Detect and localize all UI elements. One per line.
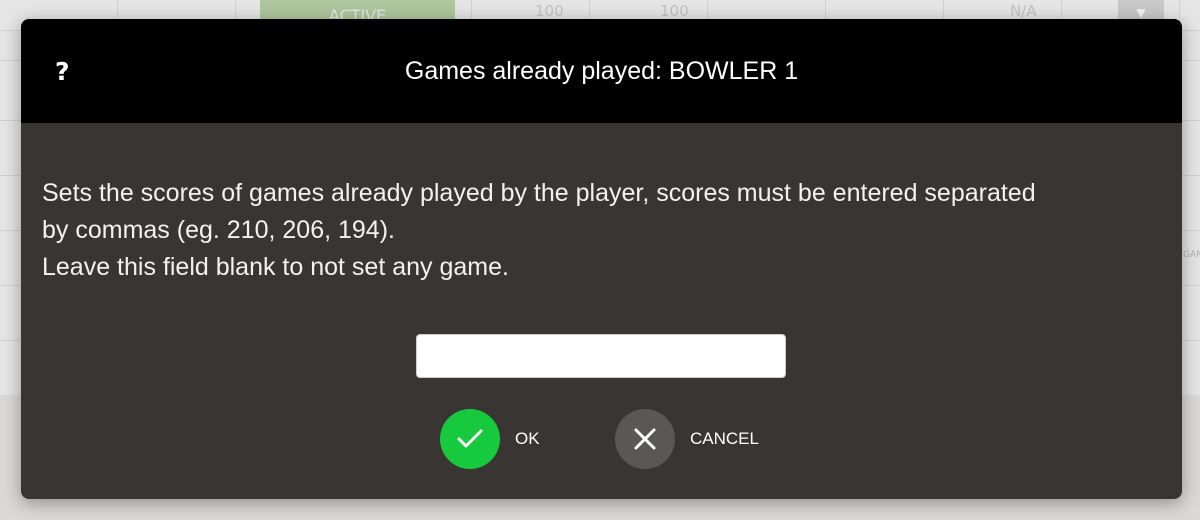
cancel-button[interactable]: CANCEL: [615, 409, 759, 469]
description-line: Sets the scores of games already played …: [42, 179, 1036, 207]
games-played-dialog: ? Games already played: BOWLER 1 Sets th…: [21, 19, 1182, 499]
dialog-title: Games already played: BOWLER 1: [404, 57, 799, 85]
dialog-description: Sets the scores of games already played …: [42, 175, 1167, 286]
ok-label[interactable]: OK: [515, 429, 540, 449]
ok-button[interactable]: OK: [440, 409, 540, 469]
description-line: by commas (eg. 210, 206, 194).: [42, 216, 395, 244]
close-icon[interactable]: [615, 409, 675, 469]
description-line: Leave this field blank to not set any ga…: [42, 253, 509, 281]
cancel-label[interactable]: CANCEL: [690, 429, 759, 449]
scores-input[interactable]: [416, 334, 786, 378]
check-icon[interactable]: [440, 409, 500, 469]
dialog-header: ? Games already played: BOWLER 1: [21, 19, 1182, 123]
